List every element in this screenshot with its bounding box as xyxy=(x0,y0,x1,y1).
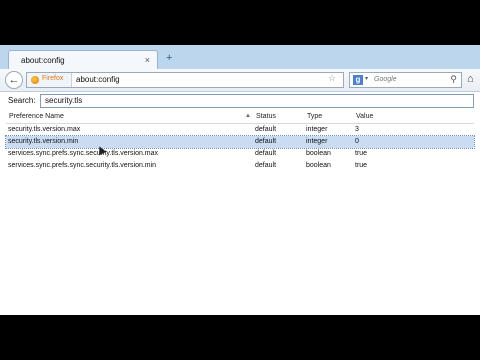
column-header-type[interactable]: Type xyxy=(307,113,322,120)
url-text[interactable]: about:config xyxy=(76,75,120,84)
pref-type: integer xyxy=(306,138,328,145)
pref-value: 0 xyxy=(355,138,359,145)
filter-input[interactable]: security.tls xyxy=(40,94,474,108)
column-header-name[interactable]: Preference Name xyxy=(9,113,64,120)
pref-type: integer xyxy=(306,126,328,133)
preferences-table: Preference Name ▲ Status Type Value secu… xyxy=(5,112,475,172)
filter-value: security.tls xyxy=(45,96,83,105)
tab-about-config[interactable]: about:config × xyxy=(8,50,158,69)
back-arrow-icon: ← xyxy=(8,74,20,86)
navigation-bar: ← Firefox about:config ☆ C g ▾ Google ⚲ … xyxy=(0,69,480,92)
bookmark-star-icon[interactable]: ☆ xyxy=(328,73,336,84)
search-bar[interactable]: g ▾ Google ⚲ xyxy=(349,72,462,88)
pref-status: default xyxy=(255,150,277,157)
search-label: Search: xyxy=(8,96,36,105)
identity-box[interactable]: Firefox xyxy=(27,73,72,87)
sort-icon[interactable]: ▲ xyxy=(245,113,251,119)
home-icon[interactable]: ⌂ xyxy=(467,73,474,85)
pref-name: services.sync.prefs.sync.security.tls.ve… xyxy=(8,162,157,169)
url-bar[interactable]: Firefox about:config ☆ C xyxy=(26,72,364,88)
back-button[interactable]: ← xyxy=(5,71,23,89)
google-icon[interactable]: g xyxy=(353,75,363,85)
column-header-status[interactable]: Status xyxy=(256,113,276,120)
firefox-icon xyxy=(31,76,39,84)
pref-status: default xyxy=(255,138,277,145)
table-row[interactable]: security.tls.version.max default integer… xyxy=(6,124,474,136)
table-row[interactable]: services.sync.prefs.sync.security.tls.ve… xyxy=(6,160,474,172)
tab-strip: about:config × + xyxy=(0,45,480,69)
close-icon[interactable]: × xyxy=(145,55,150,65)
pref-status: default xyxy=(255,126,277,133)
pref-type: boolean xyxy=(306,162,331,169)
pref-value: true xyxy=(355,162,368,169)
tab-title: about:config xyxy=(21,56,65,65)
identity-label: Firefox xyxy=(42,75,64,82)
pref-name: security.tls.version.min xyxy=(8,138,79,145)
search-placeholder[interactable]: Google xyxy=(374,76,397,83)
pref-value: true xyxy=(355,150,368,157)
search-icon[interactable]: ⚲ xyxy=(450,74,457,85)
firefox-window: about:config × + ← Firefox about:config … xyxy=(0,45,480,315)
pref-name: services.sync.prefs.sync.security.tls.ve… xyxy=(8,150,159,157)
table-row[interactable]: services.sync.prefs.sync.security.tls.ve… xyxy=(6,148,474,160)
pref-type: boolean xyxy=(306,150,331,157)
new-tab-icon[interactable]: + xyxy=(166,53,172,64)
chevron-down-icon[interactable]: ▾ xyxy=(365,75,368,82)
pref-name: security.tls.version.max xyxy=(8,126,81,133)
table-row[interactable]: security.tls.version.min default integer… xyxy=(5,135,475,149)
pref-status: default xyxy=(255,162,277,169)
column-header-value[interactable]: Value xyxy=(356,113,373,120)
config-search-bar: Search: security.tls xyxy=(0,92,480,110)
pref-value: 3 xyxy=(355,126,359,133)
table-header: Preference Name ▲ Status Type Value xyxy=(6,112,474,124)
